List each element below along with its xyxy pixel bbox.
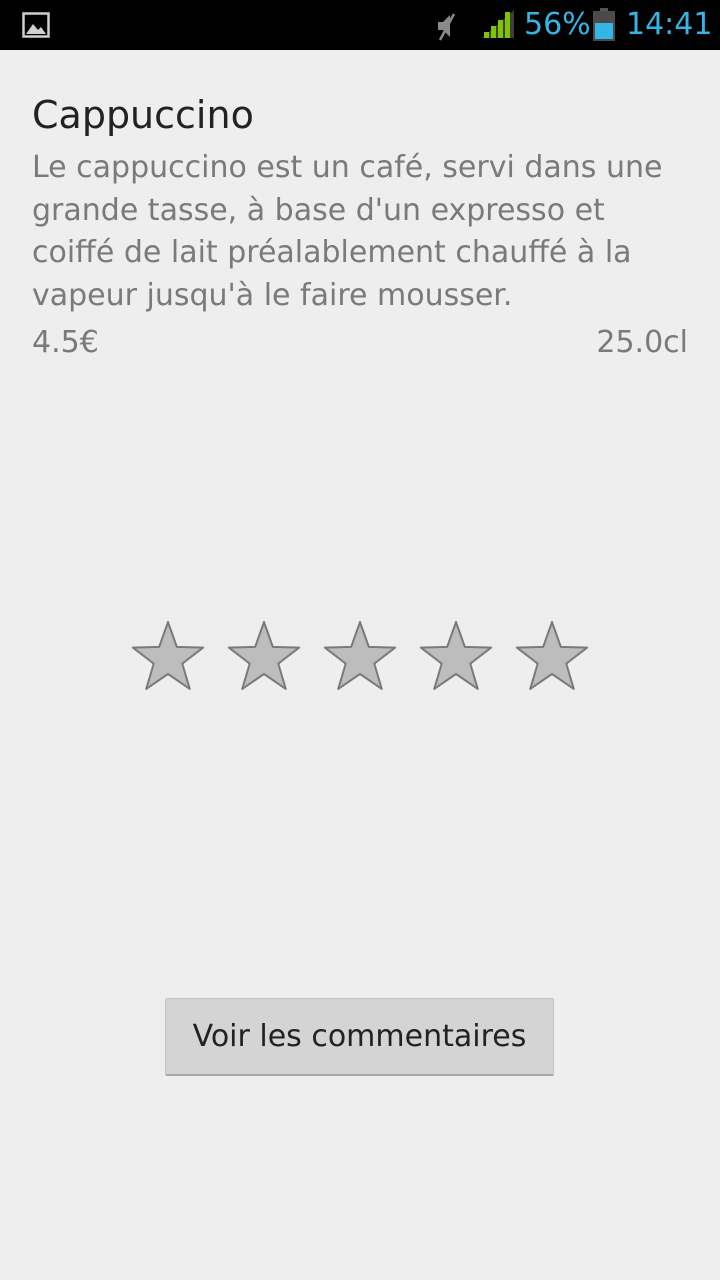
- star-icon[interactable]: [512, 618, 592, 694]
- star-icon[interactable]: [416, 618, 496, 694]
- product-volume: 25.0cl: [596, 325, 688, 360]
- rating-bar[interactable]: [128, 618, 592, 694]
- product-description: Le cappuccino est un café, servi dans un…: [32, 150, 663, 313]
- star-icon[interactable]: [128, 618, 208, 694]
- muted-speaker-icon: [432, 10, 464, 42]
- product-title: Cappuccino: [32, 93, 254, 137]
- battery-percentage: 56%: [524, 7, 591, 42]
- image-icon: [22, 12, 50, 38]
- star-icon[interactable]: [320, 618, 400, 694]
- status-bar: 56% 14:41: [0, 0, 720, 50]
- view-comments-button[interactable]: Voir les commentaires: [165, 998, 554, 1076]
- product-price: 4.5€: [32, 325, 99, 360]
- clock: 14:41: [626, 7, 713, 42]
- battery-icon: [592, 8, 616, 42]
- star-icon[interactable]: [224, 618, 304, 694]
- signal-strength-icon: [480, 8, 516, 40]
